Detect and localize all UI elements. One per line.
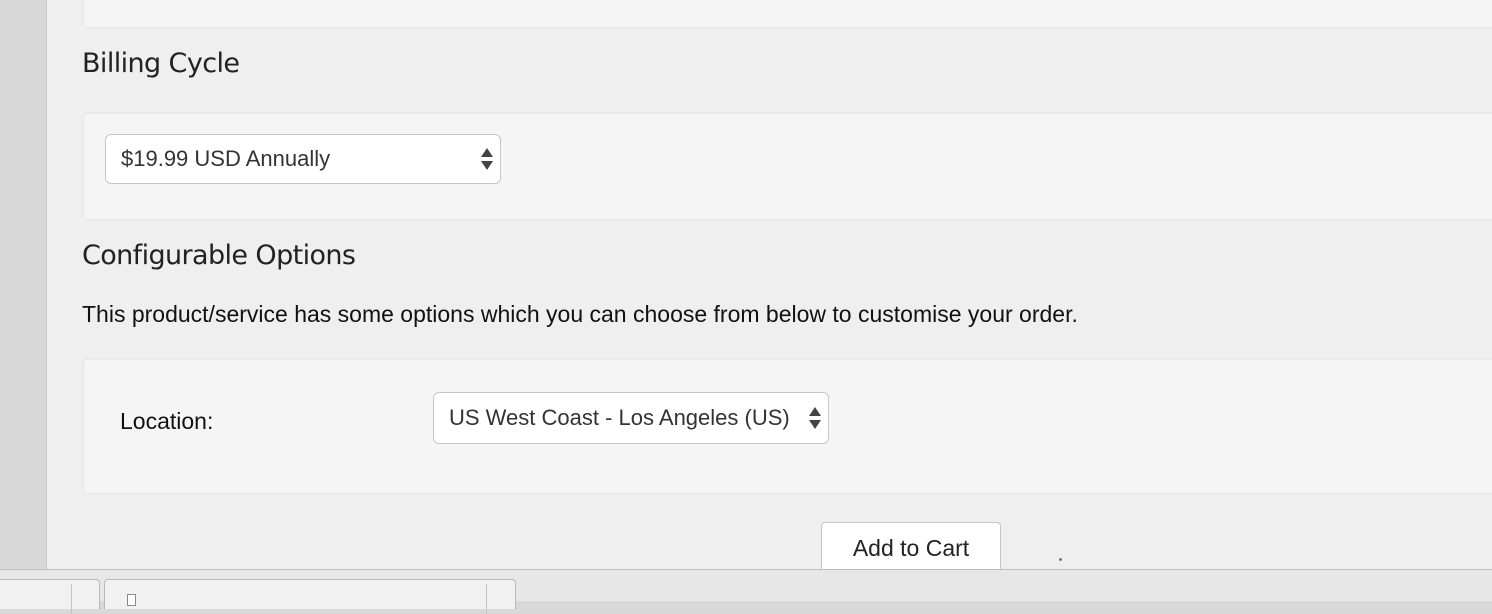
billing-cycle-heading: Billing Cycle <box>82 48 240 79</box>
up-down-arrows-icon <box>809 405 821 431</box>
add-to-cart-button[interactable]: Add to Cart <box>821 522 1001 570</box>
document-icon <box>127 594 136 606</box>
configurable-options-heading: Configurable Options <box>82 240 356 271</box>
dot-marker <box>1059 558 1062 561</box>
browser-tab[interactable] <box>0 579 100 614</box>
browser-tab[interactable] <box>104 579 516 614</box>
order-config-page: Billing Cycle $19.99 USD Annually Config… <box>46 0 1492 570</box>
tab-divider <box>71 584 72 614</box>
billing-cycle-value: $19.99 USD Annually <box>121 146 331 171</box>
billing-cycle-select[interactable]: $19.99 USD Annually <box>105 134 501 184</box>
configurable-options-description: This product/service has some options wh… <box>82 301 1078 327</box>
browser-tab-bar <box>0 569 1492 614</box>
location-select[interactable]: US West Coast - Los Angeles (US) <box>433 392 829 444</box>
previous-section-panel <box>83 0 1492 28</box>
location-value: US West Coast - Los Angeles (US) <box>449 405 790 430</box>
location-label: Location: <box>120 408 214 434</box>
tab-divider <box>486 584 487 614</box>
up-down-arrows-icon <box>481 146 493 172</box>
